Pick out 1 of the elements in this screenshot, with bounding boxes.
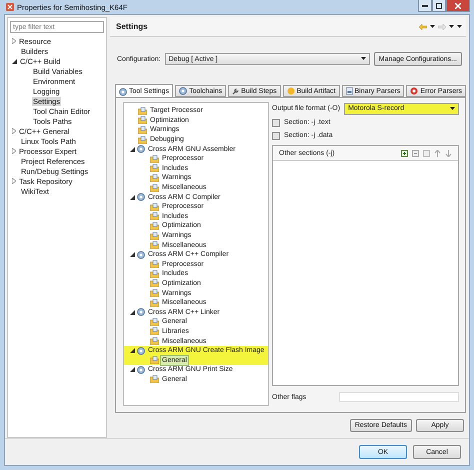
page-title: Settings — [116, 22, 149, 31]
